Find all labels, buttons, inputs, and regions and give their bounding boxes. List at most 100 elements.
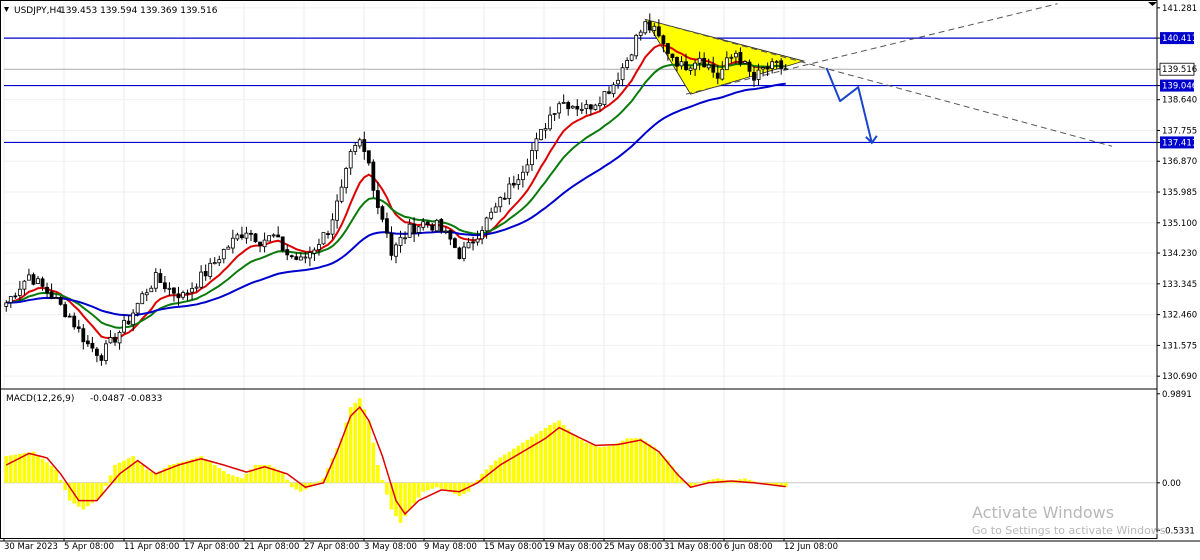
candle-body-bull (484, 217, 489, 232)
candle-body-bear (779, 60, 784, 69)
candle-body-bear (13, 295, 18, 298)
candle-body-bull (303, 256, 308, 259)
macd-bar (439, 482, 444, 489)
candle-body-bear (661, 35, 666, 45)
candle-body-bull (190, 287, 194, 293)
time-tick-label: 15 May 08:00 (484, 542, 542, 552)
candle-body-bull (720, 68, 725, 80)
macd-bar (598, 447, 602, 483)
candle-body-bull (724, 57, 729, 71)
time-tick-label: 17 Apr 08:00 (184, 542, 239, 552)
candle-body-bear (702, 57, 707, 68)
macd-bar (539, 430, 543, 483)
candle-body-bull (706, 64, 711, 69)
macd-bar (86, 482, 90, 507)
macd-bar (616, 443, 620, 483)
macd-bar (90, 482, 95, 503)
candle-body-bull (697, 57, 702, 64)
candle-body-bull (221, 248, 226, 260)
candle-body-bear (747, 61, 752, 72)
macd-bar (434, 482, 439, 488)
candle (602, 91, 607, 107)
candle-body-bull (403, 237, 407, 240)
candle-body-bear (185, 292, 190, 295)
macd-tick-label: 0.00 (1162, 479, 1181, 489)
candle-body-bear (752, 71, 756, 81)
candle-body-bull (516, 179, 521, 185)
candle-body-bear (76, 326, 81, 329)
candle (453, 237, 457, 249)
macd-bar (620, 440, 625, 483)
candle-body-bear (40, 278, 45, 287)
candle-body-bear (566, 102, 571, 110)
price-tick-label: 137.755 (1162, 126, 1197, 136)
macd-bar (570, 433, 575, 483)
candle-body-bear (656, 26, 661, 37)
candle-body-bull (466, 241, 471, 249)
macd-bar (126, 458, 131, 483)
time-tick-label: 21 Apr 08:00 (244, 542, 299, 552)
candle-body-bear (366, 150, 371, 164)
chart-window[interactable]: 141.281 140.411 139.516 139.046 138.640 137.7… (0, 0, 1200, 556)
candle-body-bear (113, 336, 117, 343)
candle-body-bull (679, 61, 684, 67)
symbol-label: USDJPY,H4 (14, 6, 62, 16)
chart-svg[interactable]: 141.281 140.411 139.516 139.046 138.640 137.7… (0, 0, 1200, 556)
candle-body-bull (36, 278, 40, 284)
candle-body-bull (729, 56, 734, 59)
candle-body-bear (389, 233, 394, 256)
macd-bar (647, 444, 652, 483)
macd-bar (199, 456, 203, 483)
macd-bar (317, 481, 321, 483)
candle-body-bear (280, 236, 285, 251)
macd-bar (4, 456, 9, 483)
candle-body-bull (4, 302, 9, 307)
candle-body-bull (335, 200, 339, 221)
candle-body-bull (244, 232, 249, 239)
macd-bar (27, 452, 31, 483)
candle-body-bull (298, 256, 303, 261)
macd-bar (530, 436, 534, 483)
macd-bar (516, 445, 521, 483)
candle-body-bull (421, 221, 426, 228)
candle (380, 204, 385, 223)
candle-body-bear (715, 72, 720, 79)
time-tick-label: 27 Apr 08:00 (304, 542, 359, 552)
candle-body-bull (131, 312, 136, 325)
candle-body-bull (262, 239, 267, 248)
candle-body-bull (199, 271, 204, 288)
macd-bar (108, 475, 113, 483)
macd-bar (493, 460, 498, 483)
macd-bar (566, 429, 571, 483)
macd-bar (285, 479, 290, 483)
macd-bar (380, 479, 385, 483)
macd-bar (154, 473, 158, 483)
macd-bar (104, 482, 108, 486)
candle-body-bear (240, 234, 244, 239)
candle-body-bull (593, 104, 598, 110)
candle-body-bear (453, 238, 457, 248)
candle-body-bear (666, 43, 670, 54)
candle-body-bull (27, 274, 31, 281)
macd-bar (629, 438, 634, 483)
candle (267, 235, 272, 242)
candle-body-bear (375, 190, 380, 208)
macd-bar (652, 447, 657, 483)
candle-body-bull (153, 272, 158, 289)
macd-bar (407, 482, 412, 510)
candle-body-bear (385, 218, 389, 234)
candle-body-bear (607, 91, 611, 94)
candle (629, 53, 634, 62)
candle (280, 236, 285, 253)
candle-body-bull (54, 297, 59, 300)
candle-body-bear (326, 233, 330, 235)
macd-bar (208, 462, 212, 483)
candle-body-bull (570, 105, 575, 109)
macd-bar (521, 442, 525, 483)
macd-bar (512, 448, 516, 483)
candle-body-bear (249, 232, 253, 235)
candle-body-bull (693, 62, 697, 70)
candle-body-bear (647, 21, 652, 31)
price-tick-label: 132.460 (1162, 311, 1197, 321)
macd-bar (561, 424, 566, 483)
